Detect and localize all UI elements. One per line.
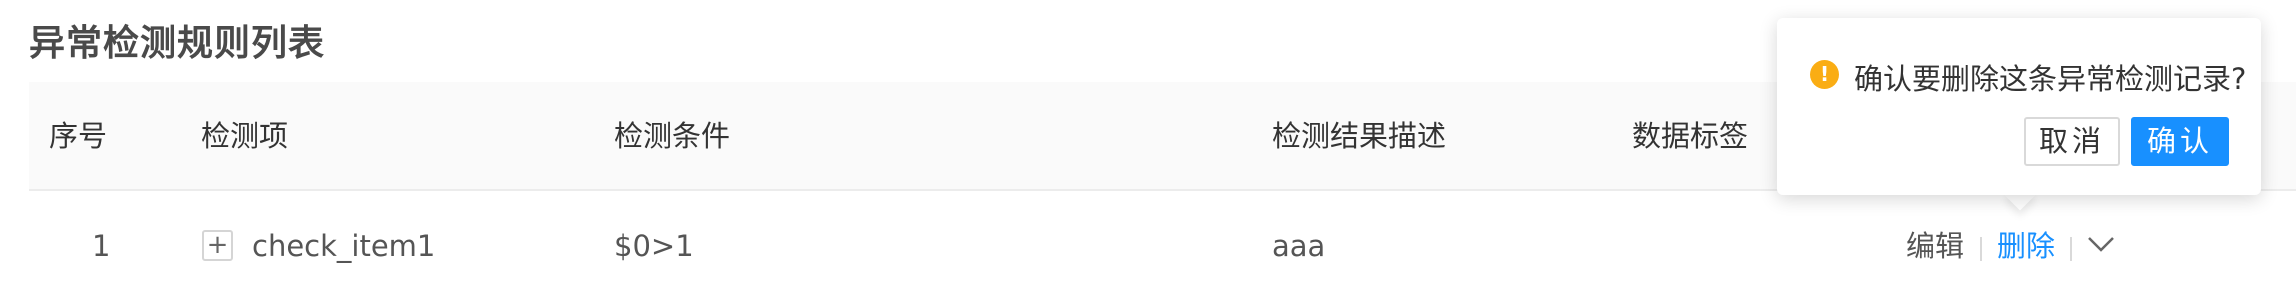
action-divider [2070,237,2072,261]
column-header-description: 检测结果描述 [1272,119,1447,153]
column-header-condition: 检测条件 [614,119,731,153]
exclamation-circle-icon: ! [1810,60,1839,89]
row-check-item: check_item1 [252,229,436,263]
confirm-button[interactable]: 确认 [2131,117,2229,166]
column-header-tag: 数据标签 [1632,119,1749,153]
popconfirm-message: 确认要删除这条异常检测记录? [1854,62,2247,96]
rule-list-page: 异常检测规则列表 序号 检测项 检测条件 检测结果描述 数据标签 1 + che… [0,0,2296,286]
row-condition: $0>1 [614,229,694,263]
column-header-item: 检测项 [201,119,289,153]
action-divider [1980,237,1982,261]
delete-confirm-popover: ! 确认要删除这条异常检测记录? 取消 确认 [1777,18,2261,195]
chevron-down-icon[interactable] [2086,231,2116,261]
row-description: aaa [1272,229,1326,263]
column-header-index: 序号 [49,119,108,153]
row-index: 1 [92,229,111,263]
page-title: 异常检测规则列表 [29,23,326,64]
table-row: 1 + check_item1 $0>1 aaa 编辑 删除 [29,191,2296,286]
expand-row-button[interactable]: + [202,230,233,261]
delete-link[interactable]: 删除 [1997,191,2055,286]
cancel-button[interactable]: 取消 [2024,117,2120,166]
edit-link[interactable]: 编辑 [1906,191,1964,286]
